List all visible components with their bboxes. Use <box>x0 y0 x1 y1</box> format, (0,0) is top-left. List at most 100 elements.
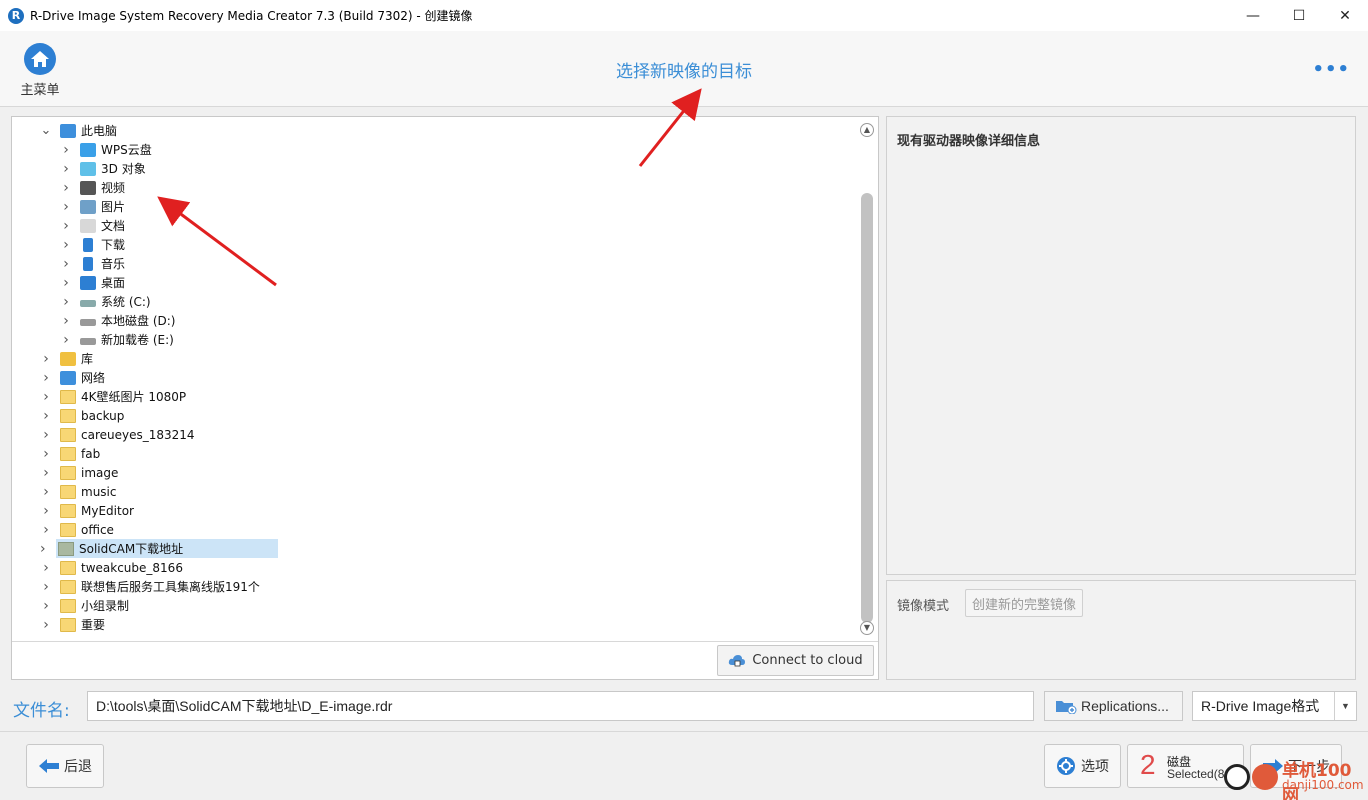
scroll-thumb[interactable] <box>861 193 873 623</box>
close-button[interactable]: ✕ <box>1322 0 1368 31</box>
replications-label: Replications... <box>1081 698 1169 714</box>
chevron-right-icon[interactable]: › <box>40 408 52 424</box>
chevron-right-icon[interactable]: › <box>60 161 72 177</box>
folder-icon <box>58 541 74 556</box>
tree-item[interactable]: › fab <box>40 444 100 463</box>
chevron-right-icon[interactable]: › <box>60 275 72 291</box>
window-title: R-Drive Image System Recovery Media Crea… <box>30 9 473 23</box>
scroll-down-icon[interactable]: ▼ <box>860 621 874 635</box>
tree-item-label: 本地磁盘 (D:) <box>101 314 176 328</box>
chevron-right-icon[interactable]: › <box>60 313 72 329</box>
chevron-right-icon[interactable]: › <box>40 465 52 481</box>
tree-item[interactable]: › 联想售后服务工具集离线版191个 <box>40 577 260 596</box>
chevron-right-icon[interactable]: › <box>40 446 52 462</box>
tree-item-label: fab <box>81 446 101 461</box>
header: 主菜单 选择新映像的目标 ••• <box>0 31 1368 107</box>
tree-item[interactable]: › image <box>40 463 118 482</box>
folder-icon <box>60 446 76 461</box>
tree-item[interactable]: › office <box>40 520 114 539</box>
connect-to-cloud-label: Connect to cloud <box>752 653 863 668</box>
tree-item[interactable]: › 3D 对象 <box>60 159 146 178</box>
tree-item[interactable]: › 本地磁盘 (D:) <box>60 311 175 330</box>
tree-item[interactable]: › 网络 <box>40 368 105 387</box>
folder-tree[interactable]: ⌄ 此电脑 › WPS云盘 › 3D 对象 › 视频 › 图片 › 文档 › 下载 › 音乐 › 桌面 › 系统 (C… <box>12 121 857 641</box>
chevron-right-icon[interactable]: › <box>60 199 72 215</box>
chevron-right-icon[interactable]: › <box>40 617 52 633</box>
tree-item[interactable]: › backup <box>40 406 124 425</box>
tree-item[interactable]: › WPS云盘 <box>60 140 152 159</box>
chevron-right-icon[interactable]: › <box>40 351 52 367</box>
chevron-right-icon[interactable]: › <box>40 522 52 538</box>
scroll-up-icon[interactable]: ▲ <box>860 123 874 137</box>
tree-item[interactable]: ⌄ 此电脑 <box>40 121 117 140</box>
image-format-select[interactable]: R-Drive Image格式 ▼ <box>1192 691 1357 721</box>
chevron-right-icon[interactable]: › <box>40 370 52 386</box>
folder-icon <box>60 560 76 575</box>
destination-tree-panel: ⌄ 此电脑 › WPS云盘 › 3D 对象 › 视频 › 图片 › 文档 › 下载 › 音乐 › 桌面 › 系统 (C… <box>11 116 879 680</box>
tree-item[interactable]: › 新加载卷 (E:) <box>60 330 174 349</box>
chevron-right-icon[interactable]: › <box>60 237 72 253</box>
tree-item[interactable]: › 4K壁纸图片 1080P <box>40 387 186 406</box>
tree-item[interactable]: › 文档 <box>60 216 125 235</box>
chevron-down-icon[interactable]: ▼ <box>1334 692 1356 720</box>
more-options-button[interactable]: ••• <box>1312 59 1350 80</box>
tree-item[interactable]: › 小组录制 <box>40 596 129 615</box>
chevron-right-icon[interactable]: › <box>60 142 72 158</box>
arrow-left-icon <box>39 759 59 773</box>
tree-item[interactable]: › 库 <box>40 349 93 368</box>
tree-item-label: 库 <box>81 352 94 366</box>
chevron-down-icon[interactable]: ⌄ <box>40 123 52 138</box>
video-icon <box>80 180 96 195</box>
image-details-panel: 现有驱动器映像详细信息 <box>886 116 1356 575</box>
tree-item[interactable]: SolidCAM下载地址 <box>56 539 278 558</box>
folder-icon <box>60 503 76 518</box>
tree-item[interactable]: › music <box>40 482 116 501</box>
minimize-button[interactable]: — <box>1230 0 1276 31</box>
chevron-right-icon[interactable]: › <box>60 256 72 272</box>
tree-item[interactable]: › 视频 <box>60 178 125 197</box>
tree-item[interactable]: › 重要 <box>40 615 105 634</box>
chevron-right-icon[interactable]: › <box>40 579 52 595</box>
replications-button[interactable]: Replications... <box>1044 691 1183 721</box>
chevron-right-icon[interactable]: › <box>40 484 52 500</box>
back-label: 后退 <box>64 759 92 775</box>
chevron-right-icon[interactable]: › <box>60 180 72 196</box>
tree-item[interactable]: › 图片 <box>60 197 125 216</box>
tree-item-label: 4K壁纸图片 1080P <box>81 390 187 404</box>
chevron-right-icon[interactable]: › <box>40 541 46 557</box>
chevron-right-icon[interactable]: › <box>40 427 52 443</box>
options-label: 选项 <box>1081 759 1109 775</box>
chevron-right-icon[interactable]: › <box>60 294 72 310</box>
tree-item[interactable]: › 桌面 <box>60 273 125 292</box>
image-format-value: R-Drive Image格式 <box>1201 698 1320 714</box>
folder-icon <box>60 465 76 480</box>
chevron-right-icon[interactable]: › <box>40 560 52 576</box>
tree-item[interactable]: › MyEditor <box>40 501 134 520</box>
maximize-button[interactable]: ☐ <box>1276 0 1322 31</box>
tree-item-label: WPS云盘 <box>101 143 152 157</box>
filename-label: 文件名: <box>13 701 70 721</box>
folder-icon <box>60 427 76 442</box>
app-logo-icon: R <box>8 7 24 24</box>
filename-input[interactable] <box>87 691 1034 721</box>
cloud-connect-icon <box>729 654 746 666</box>
options-button[interactable]: 选项 <box>1044 744 1121 788</box>
connect-to-cloud-button[interactable]: Connect to cloud <box>717 645 874 676</box>
chevron-right-icon[interactable]: › <box>40 389 52 405</box>
chevron-right-icon[interactable]: › <box>60 218 72 234</box>
tree-item[interactable]: › 音乐 <box>60 254 125 273</box>
tree-item[interactable]: › tweakcube_8166 <box>40 558 183 577</box>
back-button[interactable]: 后退 <box>26 744 104 788</box>
create-full-image-button[interactable]: 创建新的完整镜像 <box>965 589 1084 617</box>
tree-item[interactable]: › 系统 (C:) <box>60 292 150 311</box>
tree-item-label: tweakcube_8166 <box>81 560 183 575</box>
tree-scrollbar[interactable]: ▲ ▼ <box>860 123 874 635</box>
tree-item-label: 重要 <box>81 618 106 632</box>
tree-item[interactable]: › 下载 <box>60 235 125 254</box>
tree-item[interactable]: › careueyes_183214 <box>40 425 194 444</box>
chevron-right-icon[interactable]: › <box>40 598 52 614</box>
tree-item-label: 联想售后服务工具集离线版191个 <box>81 580 260 594</box>
tree-item-label: MyEditor <box>81 503 134 518</box>
chevron-right-icon[interactable]: › <box>60 332 72 348</box>
chevron-right-icon[interactable]: › <box>40 503 52 519</box>
